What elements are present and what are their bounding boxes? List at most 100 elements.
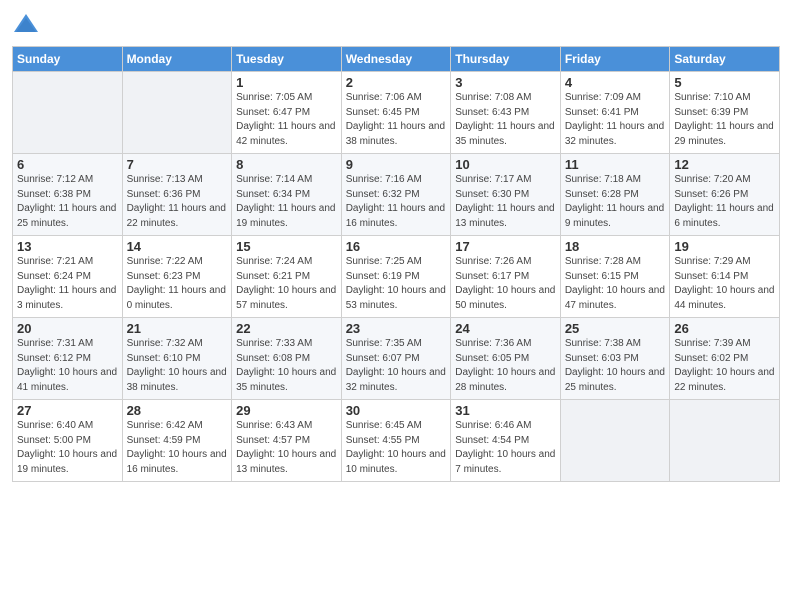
day-info: Sunrise: 7:29 AM Sunset: 6:14 PM Dayligh… bbox=[674, 255, 775, 313]
calendar-cell: 31Sunrise: 6:46 AM Sunset: 4:54 PM Dayli… bbox=[451, 400, 561, 482]
calendar-cell bbox=[13, 72, 123, 154]
day-info: Sunrise: 7:28 AM Sunset: 6:15 PM Dayligh… bbox=[565, 255, 666, 313]
day-number: 13 bbox=[17, 239, 118, 254]
weekday-wednesday: Wednesday bbox=[341, 47, 451, 72]
calendar-cell: 15Sunrise: 7:24 AM Sunset: 6:21 PM Dayli… bbox=[232, 236, 342, 318]
week-row-3: 13Sunrise: 7:21 AM Sunset: 6:24 PM Dayli… bbox=[13, 236, 780, 318]
calendar-cell bbox=[670, 400, 780, 482]
day-info: Sunrise: 7:09 AM Sunset: 6:41 PM Dayligh… bbox=[565, 91, 666, 149]
day-info: Sunrise: 7:08 AM Sunset: 6:43 PM Dayligh… bbox=[455, 91, 556, 149]
day-info: Sunrise: 7:33 AM Sunset: 6:08 PM Dayligh… bbox=[236, 337, 337, 395]
weekday-sunday: Sunday bbox=[13, 47, 123, 72]
day-number: 3 bbox=[455, 75, 556, 90]
calendar-cell: 19Sunrise: 7:29 AM Sunset: 6:14 PM Dayli… bbox=[670, 236, 780, 318]
week-row-1: 1Sunrise: 7:05 AM Sunset: 6:47 PM Daylig… bbox=[13, 72, 780, 154]
calendar-cell: 2Sunrise: 7:06 AM Sunset: 6:45 PM Daylig… bbox=[341, 72, 451, 154]
day-number: 2 bbox=[346, 75, 447, 90]
page: SundayMondayTuesdayWednesdayThursdayFrid… bbox=[0, 0, 792, 612]
day-info: Sunrise: 7:39 AM Sunset: 6:02 PM Dayligh… bbox=[674, 337, 775, 395]
day-info: Sunrise: 7:36 AM Sunset: 6:05 PM Dayligh… bbox=[455, 337, 556, 395]
day-number: 31 bbox=[455, 403, 556, 418]
day-info: Sunrise: 7:18 AM Sunset: 6:28 PM Dayligh… bbox=[565, 173, 666, 231]
day-number: 22 bbox=[236, 321, 337, 336]
calendar-cell: 17Sunrise: 7:26 AM Sunset: 6:17 PM Dayli… bbox=[451, 236, 561, 318]
calendar-cell: 22Sunrise: 7:33 AM Sunset: 6:08 PM Dayli… bbox=[232, 318, 342, 400]
day-info: Sunrise: 7:13 AM Sunset: 6:36 PM Dayligh… bbox=[127, 173, 228, 231]
calendar-cell: 29Sunrise: 6:43 AM Sunset: 4:57 PM Dayli… bbox=[232, 400, 342, 482]
calendar-cell: 9Sunrise: 7:16 AM Sunset: 6:32 PM Daylig… bbox=[341, 154, 451, 236]
day-number: 7 bbox=[127, 157, 228, 172]
calendar-cell: 16Sunrise: 7:25 AM Sunset: 6:19 PM Dayli… bbox=[341, 236, 451, 318]
calendar-cell: 21Sunrise: 7:32 AM Sunset: 6:10 PM Dayli… bbox=[122, 318, 232, 400]
calendar-cell: 24Sunrise: 7:36 AM Sunset: 6:05 PM Dayli… bbox=[451, 318, 561, 400]
day-number: 25 bbox=[565, 321, 666, 336]
week-row-2: 6Sunrise: 7:12 AM Sunset: 6:38 PM Daylig… bbox=[13, 154, 780, 236]
day-number: 17 bbox=[455, 239, 556, 254]
day-info: Sunrise: 6:43 AM Sunset: 4:57 PM Dayligh… bbox=[236, 419, 337, 477]
day-number: 1 bbox=[236, 75, 337, 90]
day-info: Sunrise: 7:12 AM Sunset: 6:38 PM Dayligh… bbox=[17, 173, 118, 231]
day-info: Sunrise: 6:40 AM Sunset: 5:00 PM Dayligh… bbox=[17, 419, 118, 477]
day-number: 9 bbox=[346, 157, 447, 172]
weekday-tuesday: Tuesday bbox=[232, 47, 342, 72]
calendar-cell: 18Sunrise: 7:28 AM Sunset: 6:15 PM Dayli… bbox=[560, 236, 670, 318]
day-number: 24 bbox=[455, 321, 556, 336]
day-info: Sunrise: 7:16 AM Sunset: 6:32 PM Dayligh… bbox=[346, 173, 447, 231]
day-number: 8 bbox=[236, 157, 337, 172]
day-info: Sunrise: 7:21 AM Sunset: 6:24 PM Dayligh… bbox=[17, 255, 118, 313]
calendar-cell: 11Sunrise: 7:18 AM Sunset: 6:28 PM Dayli… bbox=[560, 154, 670, 236]
day-info: Sunrise: 7:14 AM Sunset: 6:34 PM Dayligh… bbox=[236, 173, 337, 231]
day-number: 26 bbox=[674, 321, 775, 336]
calendar-cell: 20Sunrise: 7:31 AM Sunset: 6:12 PM Dayli… bbox=[13, 318, 123, 400]
day-number: 12 bbox=[674, 157, 775, 172]
calendar-cell: 1Sunrise: 7:05 AM Sunset: 6:47 PM Daylig… bbox=[232, 72, 342, 154]
calendar-cell: 23Sunrise: 7:35 AM Sunset: 6:07 PM Dayli… bbox=[341, 318, 451, 400]
logo bbox=[12, 10, 42, 38]
weekday-monday: Monday bbox=[122, 47, 232, 72]
calendar-cell: 8Sunrise: 7:14 AM Sunset: 6:34 PM Daylig… bbox=[232, 154, 342, 236]
weekday-friday: Friday bbox=[560, 47, 670, 72]
calendar-cell: 28Sunrise: 6:42 AM Sunset: 4:59 PM Dayli… bbox=[122, 400, 232, 482]
day-info: Sunrise: 7:38 AM Sunset: 6:03 PM Dayligh… bbox=[565, 337, 666, 395]
day-number: 30 bbox=[346, 403, 447, 418]
day-info: Sunrise: 7:22 AM Sunset: 6:23 PM Dayligh… bbox=[127, 255, 228, 313]
calendar-cell: 5Sunrise: 7:10 AM Sunset: 6:39 PM Daylig… bbox=[670, 72, 780, 154]
week-row-4: 20Sunrise: 7:31 AM Sunset: 6:12 PM Dayli… bbox=[13, 318, 780, 400]
day-number: 29 bbox=[236, 403, 337, 418]
calendar-cell bbox=[122, 72, 232, 154]
day-info: Sunrise: 7:24 AM Sunset: 6:21 PM Dayligh… bbox=[236, 255, 337, 313]
calendar-cell: 27Sunrise: 6:40 AM Sunset: 5:00 PM Dayli… bbox=[13, 400, 123, 482]
day-number: 19 bbox=[674, 239, 775, 254]
calendar-cell: 12Sunrise: 7:20 AM Sunset: 6:26 PM Dayli… bbox=[670, 154, 780, 236]
weekday-header-row: SundayMondayTuesdayWednesdayThursdayFrid… bbox=[13, 47, 780, 72]
calendar-cell: 6Sunrise: 7:12 AM Sunset: 6:38 PM Daylig… bbox=[13, 154, 123, 236]
logo-icon bbox=[12, 10, 40, 38]
day-info: Sunrise: 7:20 AM Sunset: 6:26 PM Dayligh… bbox=[674, 173, 775, 231]
day-number: 23 bbox=[346, 321, 447, 336]
calendar-cell: 14Sunrise: 7:22 AM Sunset: 6:23 PM Dayli… bbox=[122, 236, 232, 318]
calendar-cell: 10Sunrise: 7:17 AM Sunset: 6:30 PM Dayli… bbox=[451, 154, 561, 236]
calendar-cell: 13Sunrise: 7:21 AM Sunset: 6:24 PM Dayli… bbox=[13, 236, 123, 318]
day-info: Sunrise: 6:45 AM Sunset: 4:55 PM Dayligh… bbox=[346, 419, 447, 477]
day-info: Sunrise: 7:26 AM Sunset: 6:17 PM Dayligh… bbox=[455, 255, 556, 313]
day-number: 4 bbox=[565, 75, 666, 90]
day-number: 21 bbox=[127, 321, 228, 336]
day-number: 28 bbox=[127, 403, 228, 418]
day-info: Sunrise: 7:05 AM Sunset: 6:47 PM Dayligh… bbox=[236, 91, 337, 149]
day-info: Sunrise: 6:42 AM Sunset: 4:59 PM Dayligh… bbox=[127, 419, 228, 477]
calendar-cell: 26Sunrise: 7:39 AM Sunset: 6:02 PM Dayli… bbox=[670, 318, 780, 400]
calendar-table: SundayMondayTuesdayWednesdayThursdayFrid… bbox=[12, 46, 780, 482]
day-number: 6 bbox=[17, 157, 118, 172]
day-number: 16 bbox=[346, 239, 447, 254]
calendar-cell: 4Sunrise: 7:09 AM Sunset: 6:41 PM Daylig… bbox=[560, 72, 670, 154]
weekday-thursday: Thursday bbox=[451, 47, 561, 72]
day-info: Sunrise: 7:06 AM Sunset: 6:45 PM Dayligh… bbox=[346, 91, 447, 149]
day-number: 5 bbox=[674, 75, 775, 90]
day-info: Sunrise: 7:17 AM Sunset: 6:30 PM Dayligh… bbox=[455, 173, 556, 231]
day-number: 14 bbox=[127, 239, 228, 254]
calendar-cell: 3Sunrise: 7:08 AM Sunset: 6:43 PM Daylig… bbox=[451, 72, 561, 154]
day-number: 15 bbox=[236, 239, 337, 254]
day-info: Sunrise: 7:31 AM Sunset: 6:12 PM Dayligh… bbox=[17, 337, 118, 395]
day-info: Sunrise: 6:46 AM Sunset: 4:54 PM Dayligh… bbox=[455, 419, 556, 477]
day-info: Sunrise: 7:32 AM Sunset: 6:10 PM Dayligh… bbox=[127, 337, 228, 395]
